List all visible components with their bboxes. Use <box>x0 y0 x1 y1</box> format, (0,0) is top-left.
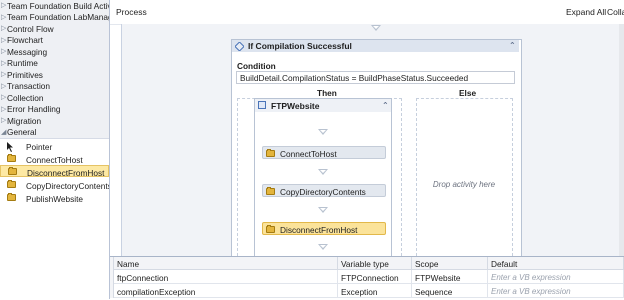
breadcrumb[interactable]: Process <box>116 7 147 17</box>
variable-scope-cell[interactable]: Sequence <box>412 284 488 298</box>
expand-arrow-icon: ▷ <box>1 117 7 124</box>
activity-icon <box>8 167 17 175</box>
expand-arrow-icon: ▷ <box>1 59 7 67</box>
toolbox-item-publishwebsite[interactable]: PublishWebsite <box>0 192 109 204</box>
expand-arrow-icon: ▷ <box>1 71 7 78</box>
drop-target-arrow-icon[interactable] <box>318 169 328 175</box>
condition-label: Condition <box>237 61 276 71</box>
collapse-arrow-icon: ◢ <box>1 128 7 136</box>
toolbox-panel: ▷ Team Foundation Build Activ... ▷ Team Fo… <box>0 0 110 299</box>
column-header-default[interactable]: Default <box>488 257 624 270</box>
sequence-icon <box>258 101 266 109</box>
activity-copydirectorycontents[interactable]: CopyDirectoryContents <box>262 184 386 197</box>
column-header-scope[interactable]: Scope <box>412 257 488 270</box>
variable-name-cell[interactable]: compilationException <box>114 284 338 298</box>
sequence-title: FTPWebsite <box>271 101 320 111</box>
drop-target-arrow-icon[interactable] <box>371 25 381 31</box>
activity-icon <box>7 180 16 188</box>
collapse-chevron-icon[interactable]: ⌃ <box>509 41 516 50</box>
variable-type-cell[interactable]: Exception <box>338 284 412 298</box>
activity-icon <box>266 149 275 157</box>
else-label: Else <box>459 88 477 98</box>
vertical-scrollbar[interactable] <box>619 24 624 256</box>
if-decision-icon <box>234 41 245 52</box>
column-header-variable-type[interactable]: Variable type <box>338 257 412 270</box>
collapse-all-link[interactable]: Colla <box>607 7 624 17</box>
else-branch-drop-zone[interactable] <box>416 98 513 256</box>
pointer-arrow-icon <box>7 142 15 152</box>
toolbox-item-copydirectorycontents[interactable]: CopyDirectoryContents <box>0 179 109 191</box>
variable-type-cell[interactable]: FTPConnection <box>338 270 412 284</box>
variable-default-cell[interactable]: Enter a VB expression <box>488 284 624 298</box>
expand-arrow-icon: ▷ <box>1 82 7 90</box>
then-label: Then <box>317 88 337 98</box>
expand-arrow-icon: ▷ <box>1 36 7 44</box>
condition-value: BuildDetail.CompilationStatus = BuildPha… <box>240 73 469 83</box>
expand-all-link[interactable]: Expand All <box>566 7 606 17</box>
drop-target-arrow-icon[interactable] <box>318 244 328 250</box>
designer-header <box>110 0 624 25</box>
toolbox-category-general[interactable]: ◢ General <box>0 126 109 139</box>
variable-scope-cell[interactable]: FTPWebsite <box>412 270 488 284</box>
activity-icon <box>7 154 16 162</box>
drop-target-arrow-icon[interactable] <box>318 129 328 135</box>
collapse-chevron-icon[interactable]: ⌃ <box>382 101 389 110</box>
expand-arrow-icon: ▷ <box>1 48 7 55</box>
expand-arrow-icon: ▷ <box>1 105 7 113</box>
expand-arrow-icon: ▷ <box>1 25 7 32</box>
activity-disconnectfromhost[interactable]: DisconnectFromHost <box>262 222 386 235</box>
if-activity-title: If Compilation Successful <box>248 41 352 51</box>
variable-name-cell[interactable]: ftpConnection <box>114 270 338 284</box>
toolbox-item-pointer[interactable]: Pointer <box>0 140 109 152</box>
drop-target-arrow-icon[interactable] <box>318 207 328 213</box>
toolbox-item-disconnectfromhost[interactable]: DisconnectFromHost <box>0 165 109 178</box>
expand-arrow-icon: ▷ <box>1 2 7 9</box>
activity-icon <box>266 225 275 233</box>
variable-default-cell[interactable]: Enter a VB expression <box>488 270 624 284</box>
expand-arrow-icon: ▷ <box>1 94 7 101</box>
drop-activity-hint: Drop activity here <box>432 180 496 189</box>
activity-icon <box>7 193 16 201</box>
expand-arrow-icon: ▷ <box>1 13 7 21</box>
toolbox-item-connecttohost[interactable]: ConnectToHost <box>0 153 109 165</box>
column-header-name[interactable]: Name <box>114 257 338 270</box>
activity-connecttohost[interactable]: ConnectToHost <box>262 146 386 159</box>
activity-icon <box>266 187 275 195</box>
